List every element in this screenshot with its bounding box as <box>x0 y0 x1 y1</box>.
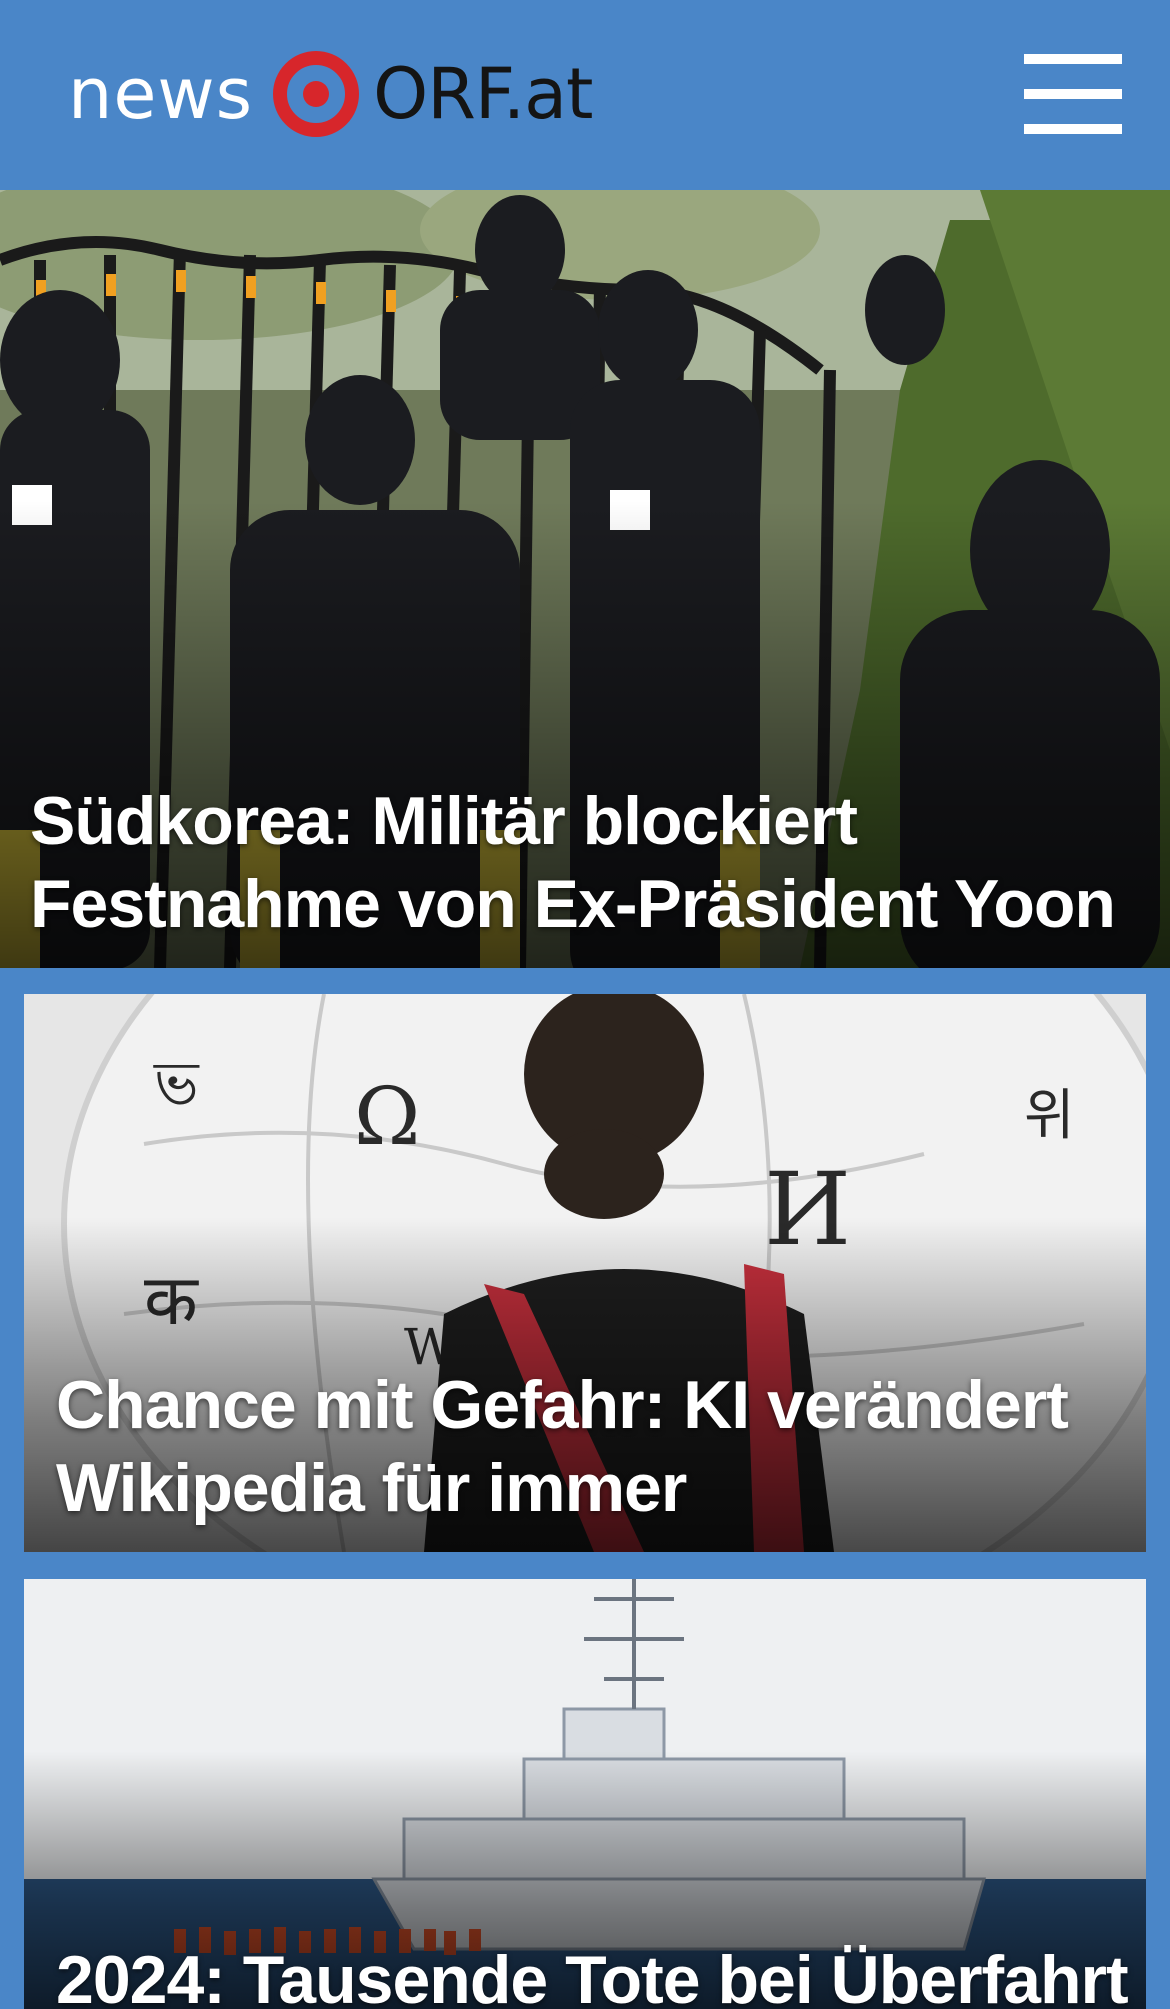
orf-target-logo-icon <box>273 51 360 137</box>
hamburger-menu-icon[interactable] <box>1024 52 1122 136</box>
menu-line <box>1024 124 1122 134</box>
story-headline[interactable]: Südkorea: Militär blockiert Festnahme vo… <box>30 780 1150 946</box>
menu-line <box>1024 89 1122 99</box>
logo-news-text: news <box>68 53 254 135</box>
svg-text:위: 위 <box>1024 1083 1075 1147</box>
orf-news-logo[interactable]: news ORF.at <box>68 48 594 140</box>
app-header: news ORF.at <box>0 0 1170 190</box>
story-headline[interactable]: 2024: Tausende Tote bei Überfahrt <box>56 1939 1129 2009</box>
story-headline[interactable]: Chance mit Gefahr: KI verändert Wikipedi… <box>56 1364 1116 1530</box>
logo-orf-text: ORF.at <box>373 53 593 135</box>
story-card-top[interactable]: Südkorea: Militär blockiert Festnahme vo… <box>0 190 1170 968</box>
story-card-wikipedia[interactable]: Ω И ভ 위 क W Chance mit Gefahr: KI veränd… <box>24 994 1146 1552</box>
svg-text:Ω: Ω <box>354 1070 420 1163</box>
menu-line <box>1024 54 1122 64</box>
story-card-migration[interactable]: 2024: Tausende Tote bei Überfahrt <box>24 1579 1146 2009</box>
svg-text:ভ: ভ <box>153 1049 200 1119</box>
